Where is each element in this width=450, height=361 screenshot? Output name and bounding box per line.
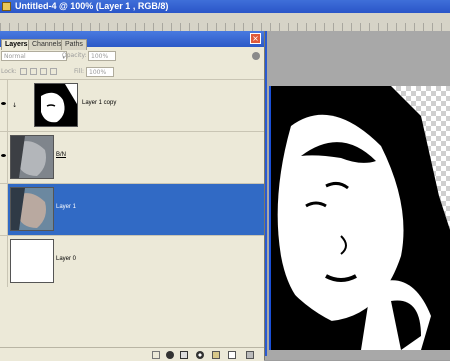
layer-row[interactable]: B/N (0, 131, 264, 183)
layer-name: B/N (56, 152, 67, 158)
eye-icon (1, 102, 6, 105)
new-layer-icon[interactable] (228, 351, 236, 359)
link-icon[interactable] (152, 351, 160, 359)
layer-row[interactable]: ↓ Layer 1 copy (0, 79, 264, 131)
close-icon[interactable]: × (250, 33, 261, 44)
layer-name: Layer 1 copy (82, 100, 117, 106)
fill-label: Fill: (74, 68, 85, 75)
folder-icon[interactable] (212, 351, 220, 359)
blend-mode-value: Normal (4, 53, 26, 60)
fx-icon[interactable] (166, 351, 174, 359)
visibility-toggle[interactable] (0, 80, 8, 131)
layer-name: Layer 1 (56, 204, 77, 210)
layer-thumbnail (10, 239, 54, 283)
layer-thumbnail (10, 187, 54, 231)
layers-list: ↓ Layer 1 copy B/N Layer 1 Layer 0 (0, 79, 264, 347)
move-icon[interactable] (40, 68, 47, 75)
layer-thumbnail (34, 83, 78, 127)
trash-icon[interactable] (246, 351, 254, 359)
mask-icon[interactable] (180, 351, 188, 359)
layer-row[interactable]: Layer 0 (0, 235, 264, 287)
lock-icon[interactable] (50, 68, 57, 75)
lock-label: Lock: (1, 68, 17, 75)
document-canvas[interactable] (269, 86, 450, 350)
fill-field[interactable]: 100% (86, 67, 114, 77)
visibility-toggle[interactable] (0, 184, 8, 235)
brush-icon[interactable] (30, 68, 37, 75)
lock-transparency-icon[interactable] (20, 68, 27, 75)
document-title: Untitled-4 @ 100% (Layer 1 , RGB/8) (15, 1, 169, 11)
eye-icon (1, 154, 6, 157)
canvas-image (271, 86, 450, 350)
blend-mode-select[interactable]: Normal ▾ (1, 51, 67, 61)
visibility-toggle[interactable] (0, 132, 8, 183)
layers-palette: × Layers Channels Paths Normal ▾ Opacity… (0, 31, 265, 361)
layers-bottom-toolbar (0, 347, 264, 361)
layer-row-selected[interactable]: Layer 1 (0, 183, 264, 235)
layer-thumbnail (10, 135, 54, 179)
clip-arrow-icon: ↓ (12, 102, 18, 109)
blend-row: Normal ▾ Opacity: 100% (0, 49, 264, 63)
lock-row: Lock: Fill: 100% (0, 65, 264, 79)
layer-name: Layer 0 (56, 256, 77, 262)
adjustment-icon[interactable] (196, 351, 204, 359)
document-titlebar: Untitled-4 @ 100% (Layer 1 , RGB/8) (0, 0, 450, 13)
visibility-toggle[interactable] (0, 236, 8, 287)
top-ruler (0, 13, 450, 32)
opacity-field[interactable]: 100% (88, 51, 116, 61)
photoshop-icon (2, 2, 11, 11)
opacity-label: Opacity: (62, 52, 87, 59)
